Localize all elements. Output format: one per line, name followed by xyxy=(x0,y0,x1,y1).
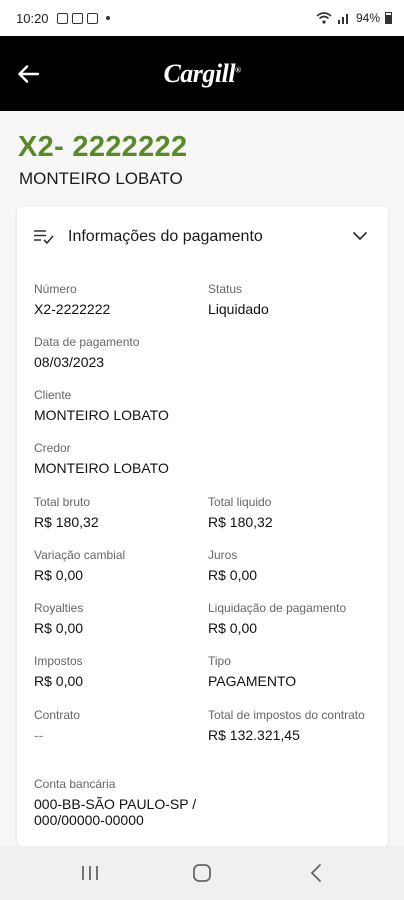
back-nav-button[interactable] xyxy=(303,860,329,886)
status-time: 10:20 xyxy=(16,10,49,26)
field-label: Número xyxy=(34,282,77,296)
field-value: R$ 0,00 xyxy=(208,620,258,636)
field-value: 000-BB-SÃO PAULO-SP / 000/00000-00000 xyxy=(34,796,197,828)
field-royalties: Royalties R$ 0,00 xyxy=(34,600,199,636)
field-total-liquido: Total liquido R$ 180,32 xyxy=(208,494,373,530)
field-status: Status Liquidado xyxy=(208,281,373,317)
chevron-left-icon xyxy=(310,864,321,882)
field-label: Variação cambial xyxy=(34,548,126,562)
field-tipo: Tipo PAGAMENTO xyxy=(208,653,373,689)
list-check-icon xyxy=(34,230,54,244)
field-total-impostos-contrato: Total de impostos do contrato R$ 132.321… xyxy=(208,707,373,743)
field-label: Contrato xyxy=(34,708,81,722)
photo-icon xyxy=(86,12,98,24)
field-value: R$ 132.321,45 xyxy=(208,727,300,743)
field-conta-bancaria: Conta bancária 000-BB-SÃO PAULO-SP / 000… xyxy=(34,776,234,828)
notification-icons xyxy=(56,12,110,24)
field-value: PAGAMENTO xyxy=(208,673,297,689)
record-number: X2- 2222222 xyxy=(18,131,188,163)
field-value: R$ 0,00 xyxy=(34,567,84,583)
field-label: Total de impostos do contrato xyxy=(208,708,365,722)
field-value: R$ 180,32 xyxy=(34,514,99,530)
field-label: Cliente xyxy=(34,388,72,402)
field-variacao-cambial: Variação cambial R$ 0,00 xyxy=(34,547,199,583)
status-right: 94% xyxy=(316,11,392,25)
field-contrato: Contrato -- xyxy=(34,707,199,743)
field-label: Liquidação de pagamento xyxy=(208,601,347,615)
field-cliente: Cliente MONTEIRO LOBATO xyxy=(34,387,334,423)
gallery-icon xyxy=(56,12,68,24)
cargill-logo: Cargill® xyxy=(163,58,241,88)
field-impostos: Impostos R$ 0,00 xyxy=(34,653,199,689)
chevron-down-icon[interactable] xyxy=(352,230,368,242)
field-label: Status xyxy=(208,282,243,296)
wifi-icon xyxy=(316,12,332,24)
field-value: Liquidado xyxy=(208,301,269,317)
field-label: Data de pagamento xyxy=(34,335,140,349)
field-label: Conta bancária xyxy=(34,777,116,791)
field-label: Royalties xyxy=(34,601,84,615)
field-label: Impostos xyxy=(34,654,83,668)
battery-icon xyxy=(385,12,392,24)
field-label: Juros xyxy=(208,548,238,562)
logo-text: Cargill xyxy=(163,58,236,88)
field-label: Tipo xyxy=(208,654,231,668)
field-data-pagamento: Data de pagamento 08/03/2023 xyxy=(34,334,199,370)
field-value: -- xyxy=(34,727,44,743)
home-icon xyxy=(193,864,211,882)
payment-info-header[interactable]: Informações do pagamento xyxy=(17,206,388,268)
system-nav-bar xyxy=(0,846,404,900)
field-label: Credor xyxy=(34,441,71,455)
card-title: Informações do pagamento xyxy=(68,228,263,245)
field-value: X2-2222222 xyxy=(34,301,111,317)
more-notifications-icon xyxy=(105,16,110,20)
app-header: Cargill® xyxy=(0,36,404,111)
recent-apps-icon xyxy=(82,866,98,880)
field-value: MONTEIRO LOBATO xyxy=(34,407,169,423)
field-credor: Credor MONTEIRO LOBATO xyxy=(34,440,334,476)
field-label: Total bruto xyxy=(34,495,91,509)
home-button[interactable] xyxy=(189,860,215,886)
field-value: R$ 180,32 xyxy=(208,514,273,530)
main-content: X2- 2222222 MONTEIRO LOBATO Informações … xyxy=(0,111,404,846)
field-liquidacao-pagamento: Liquidação de pagamento R$ 0,00 xyxy=(208,600,378,636)
status-bar: 10:20 94% xyxy=(0,0,404,36)
record-name: MONTEIRO LOBATO xyxy=(19,169,183,188)
field-value: R$ 0,00 xyxy=(34,620,84,636)
field-numero: Número X2-2222222 xyxy=(34,281,199,317)
battery-percent: 94% xyxy=(355,11,380,25)
field-value: 08/03/2023 xyxy=(34,354,105,370)
payment-info-card: Informações do pagamento Número X2-22222… xyxy=(17,206,388,846)
field-juros: Juros R$ 0,00 xyxy=(208,547,373,583)
field-label: Total liquido xyxy=(208,495,272,509)
field-value: R$ 0,00 xyxy=(208,567,258,583)
field-value: R$ 0,00 xyxy=(34,673,84,689)
field-total-bruto: Total bruto R$ 180,32 xyxy=(34,494,199,530)
field-value: MONTEIRO LOBATO xyxy=(34,460,169,476)
message-icon xyxy=(71,12,83,24)
signal-icon xyxy=(337,14,348,24)
recent-apps-button[interactable] xyxy=(77,860,103,886)
